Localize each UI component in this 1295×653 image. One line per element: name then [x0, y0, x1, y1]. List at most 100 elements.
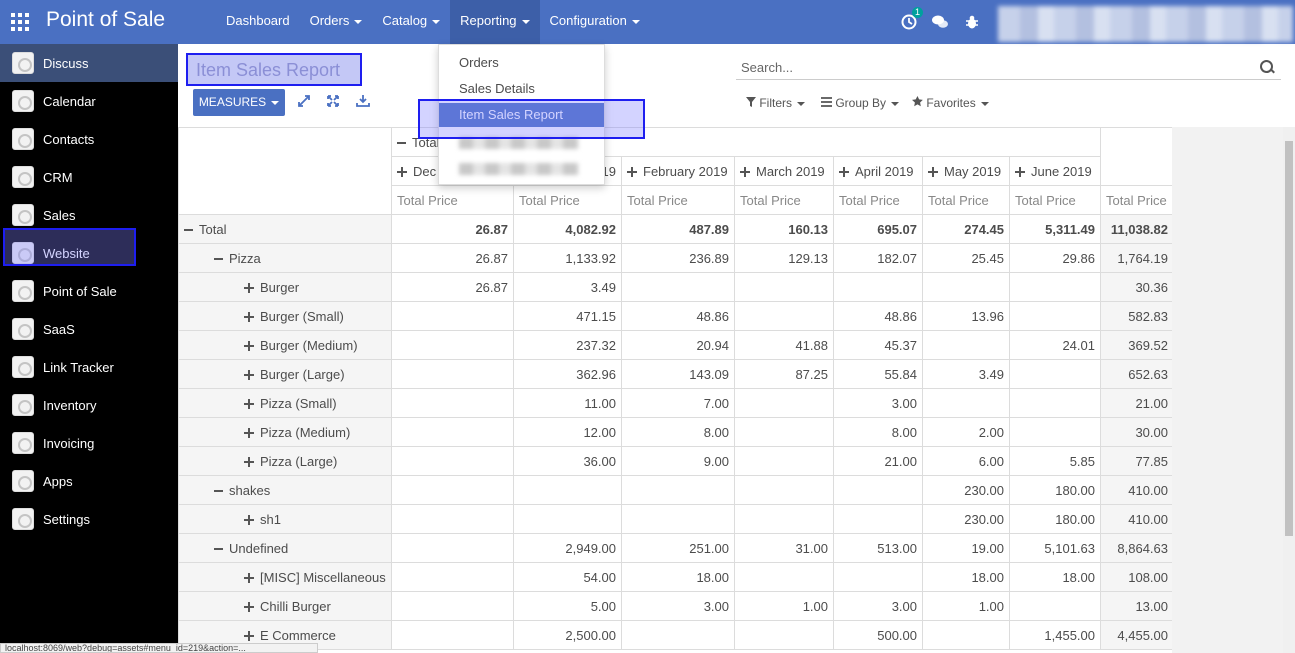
row-header[interactable]: Pizza (Large) — [178, 446, 392, 476]
pivot-cell[interactable] — [922, 388, 1010, 418]
pivot-cell[interactable]: 29.86 — [1009, 243, 1101, 273]
pivot-total-cell[interactable]: 108.00 — [1100, 562, 1174, 592]
pivot-total-cell[interactable]: 13.00 — [1100, 591, 1174, 621]
pivot-cell[interactable]: 471.15 — [513, 301, 622, 331]
pivot-cell[interactable] — [391, 562, 514, 592]
pivot-cell[interactable]: 8.00 — [621, 417, 735, 447]
pivot-cell[interactable] — [833, 475, 923, 505]
row-header[interactable]: Undefined — [178, 533, 392, 563]
pivot-cell[interactable]: 362.96 — [513, 359, 622, 389]
pivot-cell[interactable] — [734, 475, 834, 505]
activity-clock-icon[interactable]: 1 — [900, 7, 924, 32]
pivot-cell[interactable] — [734, 388, 834, 418]
row-header[interactable]: Burger (Large) — [178, 359, 392, 389]
pivot-cell[interactable] — [621, 504, 735, 534]
menu-configuration[interactable]: Configuration — [540, 0, 650, 44]
pivot-cell[interactable]: 160.13 — [734, 214, 834, 244]
pivot-cell[interactable] — [1009, 591, 1101, 621]
pivot-cell[interactable]: 2.00 — [922, 417, 1010, 447]
sidebar-item-discuss[interactable]: Discuss — [0, 44, 178, 82]
pivot-cell[interactable]: 54.00 — [513, 562, 622, 592]
pivot-cell[interactable]: 1.00 — [922, 591, 1010, 621]
pivot-cell[interactable] — [391, 504, 514, 534]
pivot-cell[interactable]: 3.00 — [833, 388, 923, 418]
pivot-cell[interactable]: 251.00 — [621, 533, 735, 563]
debug-bug-icon[interactable] — [963, 10, 981, 32]
sidebar-item-inventory[interactable]: Inventory — [0, 386, 178, 424]
pivot-cell[interactable]: 3.00 — [621, 591, 735, 621]
pivot-cell[interactable] — [513, 504, 622, 534]
row-header[interactable]: Burger — [178, 272, 392, 302]
row-header[interactable]: shakes — [178, 475, 392, 505]
pivot-cell[interactable]: 6.00 — [922, 446, 1010, 476]
pivot-cell[interactable]: 695.07 — [833, 214, 923, 244]
measure-header[interactable]: Total Price — [833, 185, 923, 215]
pivot-cell[interactable]: 7.00 — [621, 388, 735, 418]
pivot-cell[interactable] — [734, 504, 834, 534]
measure-header[interactable]: Total Price — [1009, 185, 1101, 215]
pivot-cell[interactable] — [391, 533, 514, 563]
sidebar-item-apps[interactable]: Apps — [0, 462, 178, 500]
pivot-cell[interactable]: 5.00 — [513, 591, 622, 621]
pivot-cell[interactable] — [922, 272, 1010, 302]
pivot-cell[interactable] — [391, 330, 514, 360]
pivot-cell[interactable] — [391, 446, 514, 476]
pivot-cell[interactable] — [922, 330, 1010, 360]
pivot-total-cell[interactable]: 30.00 — [1100, 417, 1174, 447]
pivot-cell[interactable]: 487.89 — [621, 214, 735, 244]
row-header[interactable]: Burger (Small) — [178, 301, 392, 331]
pivot-cell[interactable] — [1009, 301, 1101, 331]
col-header-month[interactable]: March 2019 — [734, 156, 834, 186]
pivot-cell[interactable]: 3.49 — [513, 272, 622, 302]
pivot-cell[interactable] — [391, 388, 514, 418]
pivot-cell[interactable]: 26.87 — [391, 243, 514, 273]
pivot-cell[interactable]: 2,500.00 — [513, 620, 622, 650]
pivot-cell[interactable]: 4,082.92 — [513, 214, 622, 244]
pivot-cell[interactable]: 230.00 — [922, 475, 1010, 505]
app-title[interactable]: Point of Sale — [46, 8, 165, 32]
col-header-month[interactable]: June 2019 — [1009, 156, 1101, 186]
col-header-month[interactable]: February 2019 — [621, 156, 735, 186]
download-icon[interactable] — [355, 94, 371, 110]
pivot-cell[interactable]: 20.94 — [621, 330, 735, 360]
flip-axis-icon[interactable] — [296, 94, 312, 110]
pivot-cell[interactable] — [734, 272, 834, 302]
pivot-cell[interactable]: 2,949.00 — [513, 533, 622, 563]
blurred-menu-item[interactable] — [459, 163, 579, 175]
measures-button[interactable]: MEASURES — [193, 89, 285, 116]
expand-all-icon[interactable] — [325, 94, 341, 110]
pivot-cell[interactable]: 5,311.49 — [1009, 214, 1101, 244]
pivot-cell[interactable] — [621, 272, 735, 302]
pivot-cell[interactable]: 5,101.63 — [1009, 533, 1101, 563]
pivot-total-cell[interactable]: 1,764.19 — [1100, 243, 1174, 273]
pivot-cell[interactable] — [1009, 417, 1101, 447]
row-header[interactable]: [MISC] Miscellaneous — [178, 562, 392, 592]
pivot-cell[interactable]: 48.86 — [621, 301, 735, 331]
pivot-cell[interactable] — [391, 591, 514, 621]
pivot-cell[interactable] — [391, 417, 514, 447]
pivot-cell[interactable]: 12.00 — [513, 417, 622, 447]
sidebar-item-saas[interactable]: SaaS — [0, 310, 178, 348]
pivot-cell[interactable] — [734, 446, 834, 476]
row-header[interactable]: Pizza (Small) — [178, 388, 392, 418]
pivot-cell[interactable]: 1,133.92 — [513, 243, 622, 273]
pivot-cell[interactable] — [391, 359, 514, 389]
pivot-total-cell[interactable]: 652.63 — [1100, 359, 1174, 389]
pivot-cell[interactable]: 1,455.00 — [1009, 620, 1101, 650]
pivot-total-cell[interactable]: 369.52 — [1100, 330, 1174, 360]
pivot-total-cell[interactable]: 582.83 — [1100, 301, 1174, 331]
pivot-total-cell[interactable]: 8,864.63 — [1100, 533, 1174, 563]
search-input[interactable] — [736, 56, 1251, 79]
pivot-cell[interactable]: 143.09 — [621, 359, 735, 389]
pivot-total-cell[interactable]: 410.00 — [1100, 475, 1174, 505]
filters-button[interactable]: Filters — [746, 96, 806, 110]
pivot-cell[interactable] — [833, 504, 923, 534]
pivot-cell[interactable]: 9.00 — [621, 446, 735, 476]
menu-reporting[interactable]: Reporting — [450, 0, 540, 44]
pivot-cell[interactable] — [833, 272, 923, 302]
sidebar-item-settings[interactable]: Settings — [0, 500, 178, 538]
pivot-cell[interactable] — [734, 417, 834, 447]
pivot-cell[interactable]: 26.87 — [391, 272, 514, 302]
pivot-total-cell[interactable]: 77.85 — [1100, 446, 1174, 476]
pivot-cell[interactable] — [734, 620, 834, 650]
